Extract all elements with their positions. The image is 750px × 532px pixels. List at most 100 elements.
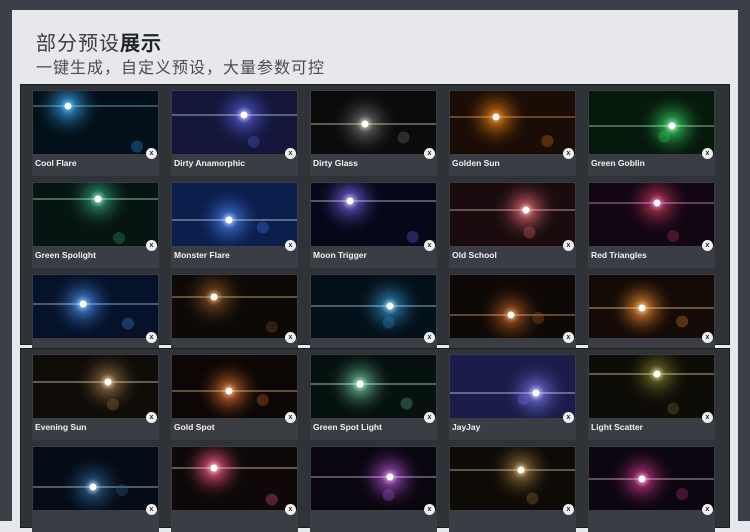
preset-label: Gold Spot bbox=[174, 422, 215, 432]
preset-thumbnail[interactable]: Gold Spot x bbox=[171, 354, 298, 440]
close-icon[interactable]: x bbox=[702, 412, 713, 423]
close-icon[interactable]: x bbox=[285, 148, 296, 159]
close-icon[interactable]: x bbox=[285, 412, 296, 423]
preset-preview[interactable] bbox=[33, 183, 158, 246]
preset-label: Green Spolight bbox=[35, 250, 96, 260]
preset-thumbnail[interactable]: x bbox=[310, 446, 437, 532]
preset-label: Green Spot Light bbox=[313, 422, 382, 432]
evening-sun-thumbnail bbox=[33, 355, 158, 418]
close-icon[interactable]: x bbox=[424, 148, 435, 159]
close-icon[interactable]: x bbox=[563, 504, 574, 515]
close-icon[interactable]: x bbox=[146, 148, 157, 159]
preset-preview[interactable] bbox=[172, 275, 297, 338]
warm-sun-thumbnail bbox=[450, 447, 575, 510]
close-icon[interactable]: x bbox=[146, 240, 157, 251]
close-icon[interactable]: x bbox=[424, 412, 435, 423]
preset-preview[interactable] bbox=[311, 91, 436, 154]
red-triangles-thumbnail bbox=[589, 183, 714, 246]
preset-label: Monster Flare bbox=[174, 250, 230, 260]
section-header: 部分预设展示 一键生成，自定义预设，大量参数可控 bbox=[12, 10, 738, 84]
preset-preview[interactable] bbox=[311, 447, 436, 510]
preset-preview[interactable] bbox=[311, 275, 436, 338]
preset-preview[interactable] bbox=[33, 275, 158, 338]
preset-thumbnail[interactable]: Dirty Glass x bbox=[310, 90, 437, 176]
preset-thumbnail[interactable]: x bbox=[171, 446, 298, 532]
close-icon[interactable]: x bbox=[563, 332, 574, 343]
preset-thumbnail[interactable]: Green Spolight x bbox=[32, 182, 159, 268]
close-icon[interactable]: x bbox=[702, 504, 713, 515]
title-regular: 部分预设 bbox=[36, 31, 120, 55]
preset-thumbnail[interactable]: Green Goblin x bbox=[588, 90, 715, 176]
preset-thumbnail[interactable]: Golden Sun x bbox=[449, 90, 576, 176]
close-icon[interactable]: x bbox=[563, 148, 574, 159]
preset-label: JayJay bbox=[452, 422, 481, 432]
left-frame-bar bbox=[0, 0, 12, 521]
preset-thumbnail[interactable]: Monster Flare x bbox=[171, 182, 298, 268]
preset-preview[interactable] bbox=[33, 447, 158, 510]
preset-thumbnail[interactable]: x bbox=[588, 446, 715, 532]
close-icon[interactable]: x bbox=[563, 240, 574, 251]
preset-thumbnail[interactable]: Moon Trigger x bbox=[310, 182, 437, 268]
close-icon[interactable]: x bbox=[146, 332, 157, 343]
preset-preview[interactable] bbox=[172, 355, 297, 418]
preset-preview[interactable] bbox=[172, 183, 297, 246]
close-icon[interactable]: x bbox=[702, 332, 713, 343]
close-icon[interactable]: x bbox=[285, 240, 296, 251]
preset-thumbnail[interactable]: Green Spot Light x bbox=[310, 354, 437, 440]
close-icon[interactable]: x bbox=[424, 504, 435, 515]
preset-preview[interactable] bbox=[450, 183, 575, 246]
preset-thumbnail[interactable]: Cool Flare x bbox=[32, 90, 159, 176]
close-icon[interactable]: x bbox=[285, 332, 296, 343]
close-icon[interactable]: x bbox=[146, 412, 157, 423]
preset-preview[interactable] bbox=[33, 355, 158, 418]
title-bold: 展示 bbox=[120, 31, 162, 55]
preset-panel-bottom: Evening Sun x Gold Spot x Green Spot Light x J… bbox=[20, 348, 730, 532]
section-subtitle: 一键生成，自定义预设，大量参数可控 bbox=[36, 58, 326, 77]
close-icon[interactable]: x bbox=[702, 240, 713, 251]
preset-preview[interactable] bbox=[311, 183, 436, 246]
blue-beam-thumbnail bbox=[33, 447, 158, 510]
preset-preview[interactable] bbox=[450, 275, 575, 338]
green-spotlight-thumbnail bbox=[33, 183, 158, 246]
preset-thumbnail[interactable]: Old School x bbox=[449, 182, 576, 268]
blue-streak-thumbnail bbox=[33, 275, 158, 338]
preset-thumbnail[interactable]: Evening Sun x bbox=[32, 354, 159, 440]
right-frame-bar bbox=[738, 0, 750, 521]
close-icon[interactable]: x bbox=[563, 412, 574, 423]
gold-streak-thumbnail bbox=[589, 275, 714, 338]
preset-label: Light Scatter bbox=[591, 422, 643, 432]
close-icon[interactable]: x bbox=[285, 504, 296, 515]
preset-thumbnail[interactable]: x bbox=[32, 446, 159, 532]
light-scatter-thumbnail bbox=[589, 355, 714, 418]
close-icon[interactable]: x bbox=[424, 240, 435, 251]
close-icon[interactable]: x bbox=[424, 332, 435, 343]
preset-thumbnail[interactable]: JayJay x bbox=[449, 354, 576, 440]
preset-thumbnail[interactable]: Light Scatter x bbox=[588, 354, 715, 440]
preset-preview[interactable] bbox=[589, 275, 714, 338]
preset-thumbnail[interactable]: Red Triangles x bbox=[588, 182, 715, 268]
preset-preview[interactable] bbox=[311, 355, 436, 418]
preset-label: Cool Flare bbox=[35, 158, 77, 168]
violet-spark-thumbnail bbox=[311, 447, 436, 510]
preset-preview[interactable] bbox=[589, 91, 714, 154]
preset-thumbnail[interactable]: Dirty Anamorphic x bbox=[171, 90, 298, 176]
preset-preview[interactable] bbox=[450, 91, 575, 154]
cool-flare-thumbnail bbox=[33, 91, 158, 154]
preset-label: Moon Trigger bbox=[313, 250, 367, 260]
gold-spot-thumbnail bbox=[172, 355, 297, 418]
preset-panel-top: Cool Flare x Dirty Anamorphic x Dirty Glass x… bbox=[20, 84, 730, 360]
preset-preview[interactable] bbox=[172, 447, 297, 510]
preset-preview[interactable] bbox=[589, 355, 714, 418]
preset-preview[interactable] bbox=[450, 447, 575, 510]
preset-preview[interactable] bbox=[450, 355, 575, 418]
close-icon[interactable]: x bbox=[146, 504, 157, 515]
old-school-thumbnail bbox=[450, 183, 575, 246]
preset-thumbnail[interactable]: x bbox=[449, 446, 576, 532]
preset-preview[interactable] bbox=[589, 447, 714, 510]
preset-preview[interactable] bbox=[33, 91, 158, 154]
section-title: 部分预设展示 bbox=[36, 27, 162, 56]
preset-preview[interactable] bbox=[589, 183, 714, 246]
preset-preview[interactable] bbox=[172, 91, 297, 154]
preset-label: Dirty Glass bbox=[313, 158, 358, 168]
close-icon[interactable]: x bbox=[702, 148, 713, 159]
